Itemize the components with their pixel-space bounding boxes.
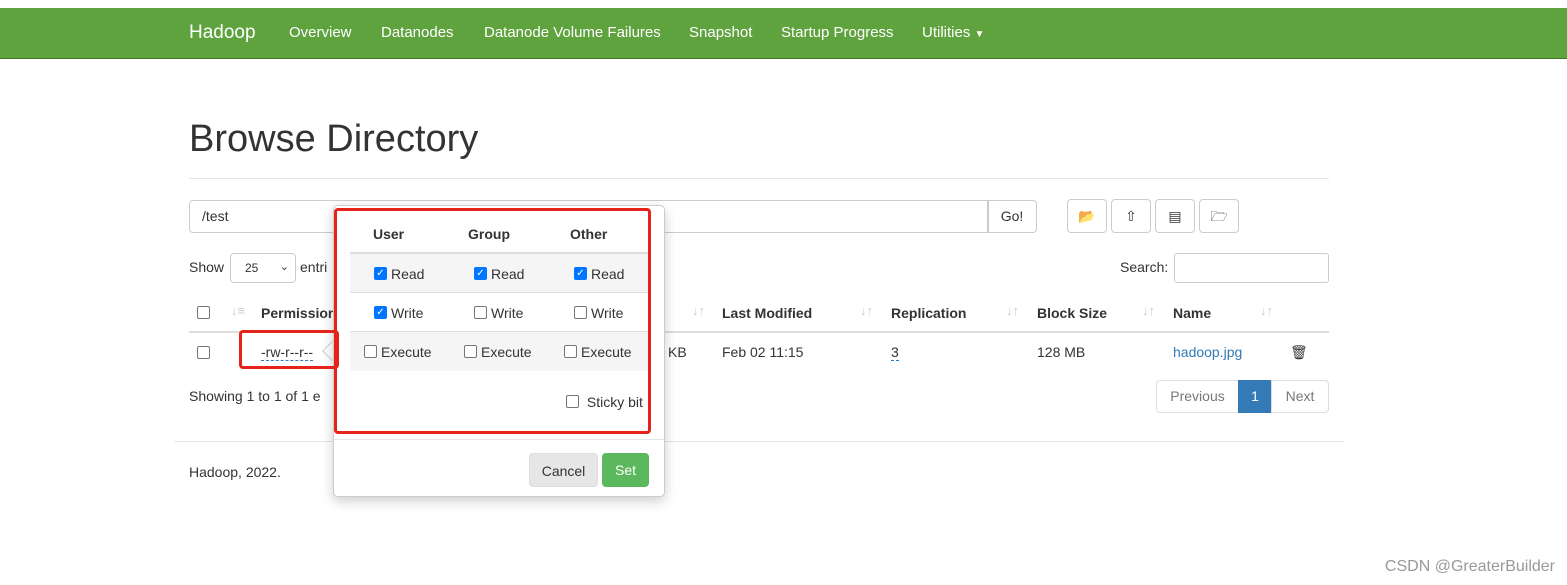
caret-down-icon: ▼ — [974, 29, 985, 40]
search-label: Search: — [1120, 259, 1169, 275]
nav-snapshot[interactable]: Snapshot — [689, 24, 752, 41]
table-info: Showing 1 to 1 of 1 e — [189, 388, 321, 404]
entries-select[interactable]: 25 ⌄ — [230, 253, 296, 283]
navbar: Hadoop Overview Datanodes Datanode Volum… — [0, 8, 1567, 59]
row-checkbox[interactable] — [197, 346, 210, 359]
sort-icon[interactable]: ↓↑ — [860, 303, 873, 318]
entries-label: entri — [300, 259, 328, 275]
entries-value: 25 — [245, 261, 259, 275]
nav-utilities-label: Utilities — [922, 24, 971, 41]
cancel-button[interactable]: Cancel — [529, 453, 598, 487]
block-size-cell: 128 MB — [1037, 344, 1086, 360]
modified-cell: Feb 02 11:15 — [722, 344, 804, 360]
divider — [189, 178, 1329, 179]
trash-icon[interactable]: 🗑 — [1290, 344, 1308, 361]
folder-new-icon[interactable]: 🗁 — [1199, 199, 1239, 233]
file-link[interactable]: hadoop.jpg — [1173, 344, 1242, 360]
annotation-box — [334, 208, 651, 434]
watermark: CSDN @GreaterBuilder — [1384, 558, 1555, 575]
replication-link[interactable]: 3 — [891, 344, 899, 361]
sort-icon[interactable]: ↓≡ — [231, 303, 245, 318]
show-label: Show — [189, 259, 225, 275]
select-all-checkbox[interactable] — [197, 306, 210, 319]
header-name[interactable]: Name — [1173, 305, 1211, 321]
popover-divider — [334, 439, 664, 440]
nav-datanodes[interactable]: Datanodes — [381, 24, 454, 41]
sort-icon[interactable]: ↓↑ — [1006, 303, 1019, 318]
header-block-size[interactable]: Block Size — [1037, 305, 1107, 321]
list-alt-icon[interactable]: ▤ — [1155, 199, 1195, 233]
cloud-upload-icon[interactable]: ⇧ — [1111, 199, 1151, 233]
header-replication[interactable]: Replication — [891, 305, 966, 321]
chevron-down-icon: ⌄ — [279, 261, 289, 273]
header-last-modified[interactable]: Last Modified — [722, 305, 812, 321]
sort-icon[interactable]: ↓↑ — [1260, 303, 1273, 318]
header-permission[interactable]: Permission — [261, 305, 336, 321]
annotation-box — [239, 330, 339, 369]
nav-volume-failures[interactable]: Datanode Volume Failures — [484, 24, 661, 41]
sort-icon[interactable]: ↓↑ — [1142, 303, 1155, 318]
sort-icon[interactable]: ↓↑ — [692, 303, 705, 318]
size-cell: KB — [668, 344, 687, 360]
previous-button[interactable]: Previous — [1156, 380, 1239, 413]
page-title: Browse Directory — [189, 118, 479, 160]
next-button[interactable]: Next — [1271, 380, 1329, 413]
brand[interactable]: Hadoop — [189, 22, 256, 44]
go-button[interactable]: Go! — [987, 200, 1037, 233]
nav-overview[interactable]: Overview — [289, 24, 352, 41]
footer: Hadoop, 2022. — [189, 464, 281, 480]
page-1-button[interactable]: 1 — [1238, 380, 1272, 413]
folder-open-icon[interactable]: 📂 — [1067, 199, 1107, 233]
set-button[interactable]: Set — [602, 453, 649, 487]
nav-startup-progress[interactable]: Startup Progress — [781, 24, 894, 41]
nav-utilities[interactable]: Utilities ▼ — [922, 24, 984, 41]
search-input[interactable] — [1174, 253, 1329, 283]
